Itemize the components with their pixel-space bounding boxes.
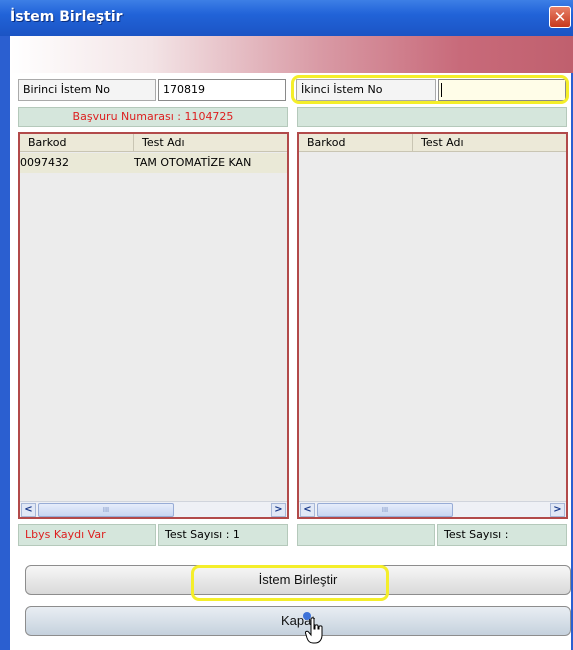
merge-request-window: İstem Birleştir ✕ Birinci İstem No 17081… [0, 0, 573, 650]
window-title: İstem Birleştir [10, 9, 123, 25]
close-window-button[interactable]: ✕ [549, 6, 571, 28]
hand-cursor-icon [305, 617, 323, 644]
column-header-test-adi[interactable]: Test Adı [413, 134, 566, 151]
merge-button-highlight [191, 565, 389, 601]
table-row[interactable]: 0097432 TAM OTOMATİZE KAN [20, 153, 287, 173]
header-banner [10, 36, 573, 73]
scroll-left-arrow-icon[interactable]: < [21, 503, 36, 517]
scroll-right-arrow-icon[interactable]: > [550, 503, 565, 517]
first-request-label: Birinci İstem No [18, 79, 156, 101]
second-test-grid: Barkod Test Adı < III > [297, 132, 568, 519]
close-button[interactable]: Kapat [25, 606, 571, 636]
scroll-left-arrow-icon[interactable]: < [300, 503, 315, 517]
title-bar[interactable]: İstem Birleştir ✕ [0, 0, 573, 36]
second-info-bar [297, 107, 567, 127]
lbys-status: Lbys Kaydı Var [18, 524, 156, 546]
first-test-count: Test Sayısı : 1 [158, 524, 288, 546]
second-test-count: Test Sayısı : [437, 524, 567, 546]
first-request-input[interactable]: 170819 [158, 79, 286, 101]
scroll-right-arrow-icon[interactable]: > [271, 503, 286, 517]
second-input-highlight [291, 75, 569, 104]
second-grid-header: Barkod Test Adı [299, 134, 566, 152]
scroll-thumb[interactable]: III [38, 503, 174, 517]
column-header-barkod[interactable]: Barkod [299, 134, 413, 151]
second-status-empty [297, 524, 435, 546]
cell-barkod: 0097432 [20, 156, 69, 169]
basvuru-number: Başvuru Numarası : 1104725 [18, 107, 288, 127]
column-header-test-adi[interactable]: Test Adı [134, 134, 287, 151]
first-grid-hscrollbar[interactable]: < III > [20, 501, 287, 517]
first-grid-header: Barkod Test Adı [20, 134, 287, 152]
window-left-border [0, 36, 10, 650]
second-grid-hscrollbar[interactable]: < III > [299, 501, 566, 517]
first-test-grid: Barkod Test Adı 0097432 TAM OTOMATİZE KA… [18, 132, 289, 519]
cell-test-adi: TAM OTOMATİZE KAN [134, 156, 252, 169]
column-header-barkod[interactable]: Barkod [20, 134, 134, 151]
scroll-thumb[interactable]: III [317, 503, 453, 517]
